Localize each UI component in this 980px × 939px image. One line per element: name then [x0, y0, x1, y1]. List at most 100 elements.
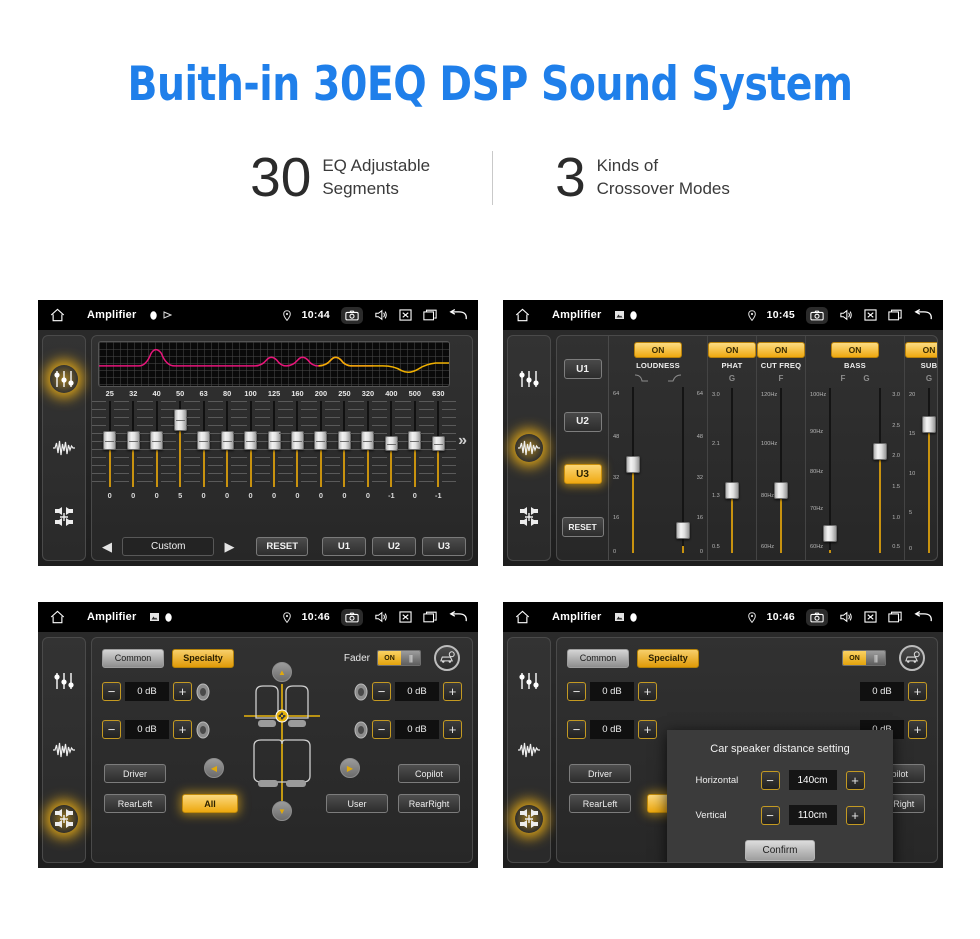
decrement-button[interactable]: −	[102, 682, 121, 701]
vertical-decrement-button[interactable]: −	[760, 805, 780, 825]
bass-freq-slider[interactable]: 100Hz 90Hz 80Hz 70Hz 60Hz	[810, 385, 850, 556]
sub-gain-slider[interactable]: 20 15 10 5 0	[909, 385, 937, 556]
increment-button[interactable]: +	[908, 682, 927, 701]
preset-u3-button[interactable]: U3	[422, 537, 466, 556]
camera-icon[interactable]	[341, 306, 363, 324]
next-page-chevron-icon[interactable]: »	[458, 432, 467, 450]
balance-icon[interactable]	[515, 805, 543, 834]
fader-toggle[interactable]: ON |||	[377, 650, 421, 666]
equalizer-icon[interactable]	[50, 364, 78, 393]
equalizer-icon[interactable]	[515, 365, 543, 393]
back-arrow-icon[interactable]	[448, 308, 468, 322]
nav-left-icon[interactable]: ◀	[204, 758, 224, 778]
home-icon[interactable]	[515, 610, 530, 624]
tab-specialty[interactable]: Specialty	[172, 648, 234, 668]
balance-icon[interactable]	[515, 503, 543, 531]
seat-button-rearright[interactable]: RearRight	[398, 794, 460, 813]
tab-common[interactable]: Common	[567, 648, 629, 668]
waveform-icon[interactable]	[50, 736, 78, 764]
seat-button-driver[interactable]: Driver	[569, 764, 631, 783]
seat-button-rearleft[interactable]: RearLeft	[104, 794, 166, 813]
equalizer-icon[interactable]	[50, 667, 78, 695]
phat-gain-slider[interactable]: 3.0 2.1 1.3 0.5	[712, 385, 752, 556]
bass-gain-slider[interactable]: 3.0 2.5 2.0 1.5 1.0 0.5	[860, 385, 900, 556]
loudness-slider-right[interactable]: 64 48 32 16 0	[663, 384, 703, 556]
recents-icon[interactable]	[423, 309, 437, 321]
horizontal-increment-button[interactable]: +	[845, 770, 865, 790]
status-mini-icons	[150, 612, 173, 622]
close-x-icon[interactable]	[864, 309, 877, 321]
back-arrow-icon[interactable]	[448, 610, 468, 624]
recents-icon[interactable]	[888, 611, 902, 623]
waveform-icon[interactable]	[515, 433, 543, 462]
nav-right-icon[interactable]: ▶	[340, 758, 360, 778]
preset-u2-button[interactable]: U2	[563, 411, 602, 432]
home-icon[interactable]	[50, 308, 65, 322]
tab-common[interactable]: Common	[102, 648, 164, 668]
seat-diagram[interactable]: ▲ ▼ ◀ ▶	[204, 662, 360, 821]
camera-icon[interactable]	[806, 608, 828, 626]
home-icon[interactable]	[50, 610, 65, 624]
equalizer-icon[interactable]	[515, 667, 543, 695]
vertical-increment-button[interactable]: +	[845, 805, 865, 825]
phat-on-toggle[interactable]: ON	[708, 342, 756, 358]
balance-icon[interactable]	[50, 503, 78, 531]
preset-prev-button[interactable]: ◀	[98, 539, 116, 555]
speaker-icon[interactable]	[839, 611, 853, 623]
fader-toggle[interactable]: ON |||	[842, 650, 886, 666]
close-x-icon[interactable]	[399, 309, 412, 321]
waveform-icon[interactable]	[515, 736, 543, 764]
seat-button-copilot[interactable]: Copilot	[398, 764, 460, 783]
preset-u1-button[interactable]: U1	[322, 537, 366, 556]
back-arrow-icon[interactable]	[913, 308, 933, 322]
seat-button-driver[interactable]: Driver	[104, 764, 166, 783]
decrement-button[interactable]: −	[102, 720, 121, 739]
decrement-button[interactable]: −	[372, 682, 391, 701]
seat-button-user[interactable]: User	[326, 794, 388, 813]
confirm-button[interactable]: Confirm	[745, 840, 815, 861]
seat-button-rearleft[interactable]: RearLeft	[569, 794, 631, 813]
reset-button[interactable]: RESET	[256, 537, 308, 556]
preset-u3-button[interactable]: U3	[563, 464, 602, 485]
eq-slider[interactable]	[420, 399, 457, 491]
loudness-on-toggle[interactable]: ON	[634, 342, 682, 358]
speaker-icon[interactable]	[839, 309, 853, 321]
preset-u2-button[interactable]: U2	[372, 537, 416, 556]
speaker-icon[interactable]	[374, 611, 388, 623]
preset-u1-button[interactable]: U1	[563, 359, 602, 380]
increment-button[interactable]: +	[443, 720, 462, 739]
cutfreq-slider[interactable]: 120Hz 100Hz 80Hz 60Hz	[761, 385, 801, 556]
balance-icon[interactable]	[50, 805, 78, 834]
loudness-slider-left[interactable]: 64 48 32 16 0	[613, 384, 653, 556]
sub-on-toggle[interactable]: ON	[905, 342, 937, 358]
cutfreq-on-toggle[interactable]: ON	[757, 342, 805, 358]
decrement-button[interactable]: −	[567, 720, 586, 739]
back-arrow-icon[interactable]	[913, 610, 933, 624]
speaker-icon[interactable]	[374, 309, 388, 321]
increment-button[interactable]: +	[908, 720, 927, 739]
waveform-icon[interactable]	[50, 434, 78, 462]
recents-icon[interactable]	[423, 611, 437, 623]
recents-icon[interactable]	[888, 309, 902, 321]
increment-button[interactable]: +	[173, 682, 192, 701]
close-x-icon[interactable]	[399, 611, 412, 623]
reset-button[interactable]: RESET	[561, 516, 604, 537]
tab-specialty[interactable]: Specialty	[637, 648, 699, 668]
increment-button[interactable]: +	[443, 682, 462, 701]
preset-name[interactable]: Custom	[122, 537, 215, 556]
camera-icon[interactable]	[806, 306, 828, 324]
decrement-button[interactable]: −	[567, 682, 586, 701]
bass-on-toggle[interactable]: ON	[831, 342, 879, 358]
camera-icon[interactable]	[341, 608, 363, 626]
decrement-button[interactable]: −	[372, 720, 391, 739]
nav-down-icon[interactable]: ▼	[272, 801, 292, 821]
preset-next-button[interactable]: ▶	[220, 539, 238, 555]
close-x-icon[interactable]	[864, 611, 877, 623]
home-icon[interactable]	[515, 308, 530, 322]
seat-button-all[interactable]: All	[182, 794, 238, 813]
increment-button[interactable]: +	[638, 682, 657, 701]
nav-up-icon[interactable]: ▲	[272, 662, 292, 682]
increment-button[interactable]: +	[638, 720, 657, 739]
horizontal-decrement-button[interactable]: −	[760, 770, 780, 790]
increment-button[interactable]: +	[173, 720, 192, 739]
